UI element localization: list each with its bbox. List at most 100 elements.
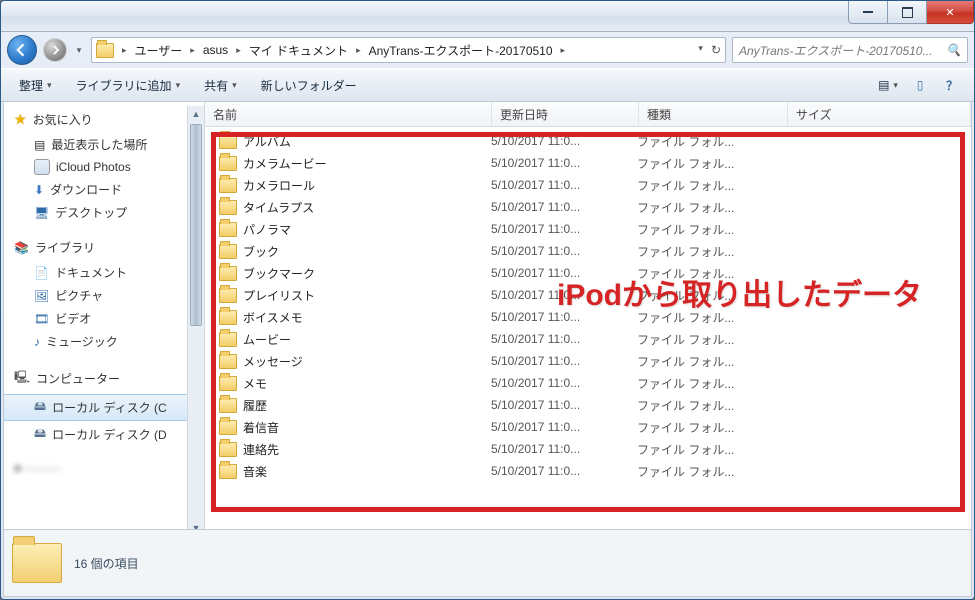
file-name: 連絡先 bbox=[243, 441, 279, 458]
sidebar-item-recent[interactable]: ▤最近表示した場所 bbox=[4, 133, 204, 156]
search-placeholder: AnyTrans-エクスポート-20170510... bbox=[739, 42, 933, 59]
maximize-button[interactable] bbox=[888, 1, 927, 24]
chevron-right-icon[interactable]: ▸ bbox=[122, 42, 127, 58]
column-header-date[interactable]: 更新日時 bbox=[492, 102, 639, 126]
folder-icon bbox=[219, 200, 237, 215]
recent-icon: ▤ bbox=[34, 138, 45, 152]
column-header-type[interactable]: 種類 bbox=[639, 102, 788, 126]
breadcrumb[interactable]: ユーザー bbox=[135, 42, 183, 59]
folder-icon bbox=[219, 134, 237, 149]
breadcrumb[interactable]: AnyTrans-エクスポート-20170510 bbox=[369, 42, 553, 59]
file-name-cell: パノラマ bbox=[219, 221, 483, 238]
scroll-up-icon[interactable]: ▲ bbox=[188, 106, 204, 122]
file-name-cell: カメラムービー bbox=[219, 155, 483, 172]
close-button[interactable]: ✕ bbox=[927, 1, 974, 24]
sidebar-item-videos[interactable]: 🎞ビデオ bbox=[4, 307, 204, 330]
table-row[interactable]: ボイスメモ5/10/2017 11:0...ファイル フォル... bbox=[205, 306, 971, 328]
file-date-cell: 5/10/2017 11:0... bbox=[483, 310, 629, 324]
toolbar: 整理 ▾ ライブラリに追加 ▾ 共有 ▾ 新しいフォルダー ▤ ▾ ▯ ？ bbox=[1, 68, 974, 102]
folder-icon bbox=[219, 442, 237, 457]
folder-icon bbox=[219, 310, 237, 325]
star-icon: ★ bbox=[14, 111, 27, 128]
status-text: 16 個の項目 bbox=[74, 555, 139, 572]
search-input[interactable]: AnyTrans-エクスポート-20170510... 🔍 bbox=[732, 37, 968, 63]
sidebar-item-blurred: ■ ――― bbox=[4, 458, 204, 478]
table-row[interactable]: パノラマ5/10/2017 11:0...ファイル フォル... bbox=[205, 218, 971, 240]
folder-icon bbox=[219, 420, 237, 435]
chevron-right-icon[interactable]: ▸ bbox=[561, 42, 566, 58]
table-row[interactable]: 着信音5/10/2017 11:0...ファイル フォル... bbox=[205, 416, 971, 438]
folder-icon bbox=[219, 156, 237, 171]
table-row[interactable]: タイムラプス5/10/2017 11:0...ファイル フォル... bbox=[205, 196, 971, 218]
dropdown-icon[interactable]: ▾ bbox=[698, 43, 703, 57]
table-row[interactable]: カメラロール5/10/2017 11:0...ファイル フォル... bbox=[205, 174, 971, 196]
file-name-cell: 着信音 bbox=[219, 419, 483, 436]
column-header-size[interactable]: サイズ bbox=[788, 102, 971, 126]
sidebar-scrollbar[interactable]: ▲ ▼ bbox=[187, 106, 204, 536]
table-row[interactable]: ブックマーク5/10/2017 11:0...ファイル フォル... bbox=[205, 262, 971, 284]
column-header-name[interactable]: 名前 bbox=[205, 102, 492, 126]
scrollbar-thumb[interactable] bbox=[190, 124, 202, 326]
file-name-cell: カメラロール bbox=[219, 177, 483, 194]
file-name: ムービー bbox=[243, 331, 291, 348]
back-button[interactable] bbox=[7, 35, 37, 65]
breadcrumb[interactable]: マイ ドキュメント bbox=[249, 42, 348, 59]
search-icon: 🔍 bbox=[946, 43, 961, 57]
chevron-right-icon[interactable]: ▸ bbox=[236, 42, 241, 58]
folder-icon bbox=[12, 543, 62, 583]
libraries-group[interactable]: 📚 ライブラリ bbox=[4, 234, 204, 261]
sidebar-item-downloads[interactable]: ⬇ダウンロード bbox=[4, 178, 204, 201]
view-options-button[interactable]: ▤ ▾ bbox=[874, 74, 902, 96]
table-row[interactable]: カメラムービー5/10/2017 11:0...ファイル フォル... bbox=[205, 152, 971, 174]
forward-button[interactable] bbox=[43, 38, 67, 62]
sidebar-item-documents[interactable]: 📄ドキュメント bbox=[4, 261, 204, 284]
folder-icon bbox=[219, 376, 237, 391]
sidebar-item-desktop[interactable]: 🖥デスクトップ bbox=[4, 201, 204, 224]
file-name-cell: 連絡先 bbox=[219, 441, 483, 458]
share-button[interactable]: 共有 ▾ bbox=[194, 73, 247, 98]
table-row[interactable]: ブック5/10/2017 11:0...ファイル フォル... bbox=[205, 240, 971, 262]
file-type-cell: ファイル フォル... bbox=[629, 243, 777, 260]
sidebar-item-local-disk-d[interactable]: 🖴ローカル ディスク (D bbox=[4, 421, 204, 448]
sidebar-item-pictures[interactable]: 🖼ピクチャ bbox=[4, 284, 204, 307]
refresh-button[interactable]: ↻ bbox=[711, 43, 721, 57]
file-date-cell: 5/10/2017 11:0... bbox=[483, 464, 629, 478]
sidebar-item-music[interactable]: ♪ミュージック bbox=[4, 330, 204, 353]
file-date-cell: 5/10/2017 11:0... bbox=[483, 354, 629, 368]
file-type-cell: ファイル フォル... bbox=[629, 419, 777, 436]
sidebar-item-local-disk-c[interactable]: 🖴ローカル ディスク (C bbox=[4, 394, 204, 421]
file-date-cell: 5/10/2017 11:0... bbox=[483, 156, 629, 170]
table-row[interactable]: ムービー5/10/2017 11:0...ファイル フォル... bbox=[205, 328, 971, 350]
preview-pane-button[interactable]: ▯ bbox=[906, 74, 934, 96]
table-row[interactable]: プレイリスト5/10/2017 11:0...ファイル フォル... bbox=[205, 284, 971, 306]
file-date-cell: 5/10/2017 11:0... bbox=[483, 134, 629, 148]
file-name: パノラマ bbox=[243, 221, 291, 238]
minimize-button[interactable] bbox=[848, 1, 888, 24]
history-dropdown[interactable]: ▾ bbox=[73, 45, 85, 56]
new-folder-button[interactable]: 新しいフォルダー bbox=[251, 73, 367, 98]
sidebar-item-icloud-photos[interactable]: iCloud Photos bbox=[4, 156, 204, 178]
table-row[interactable]: メモ5/10/2017 11:0...ファイル フォル... bbox=[205, 372, 971, 394]
address-bar[interactable]: ▸ ユーザー ▸ asus ▸ マイ ドキュメント ▸ AnyTrans-エクス… bbox=[91, 37, 726, 63]
folder-icon bbox=[219, 464, 237, 479]
table-row[interactable]: 音楽5/10/2017 11:0...ファイル フォル... bbox=[205, 460, 971, 482]
table-row[interactable]: アルバム5/10/2017 11:0...ファイル フォル... bbox=[205, 130, 971, 152]
breadcrumb[interactable]: asus bbox=[203, 43, 228, 57]
icloud-photos-icon bbox=[34, 159, 50, 175]
organize-button[interactable]: 整理 ▾ bbox=[9, 73, 62, 98]
file-name: プレイリスト bbox=[243, 287, 315, 304]
add-to-library-button[interactable]: ライブラリに追加 ▾ bbox=[66, 73, 191, 98]
table-row[interactable]: 履歴5/10/2017 11:0...ファイル フォル... bbox=[205, 394, 971, 416]
computer-group[interactable]: 🖳 コンピューター bbox=[4, 363, 204, 394]
file-name: ボイスメモ bbox=[243, 309, 303, 326]
nav-bar: ▾ ▸ ユーザー ▸ asus ▸ マイ ドキュメント ▸ AnyTrans-エ… bbox=[1, 32, 974, 68]
favorites-group[interactable]: ★ お気に入り bbox=[4, 106, 204, 133]
table-row[interactable]: メッセージ5/10/2017 11:0...ファイル フォル... bbox=[205, 350, 971, 372]
chevron-right-icon[interactable]: ▸ bbox=[356, 42, 361, 58]
file-name-cell: ブック bbox=[219, 243, 483, 260]
table-row[interactable]: 連絡先5/10/2017 11:0...ファイル フォル... bbox=[205, 438, 971, 460]
folder-icon bbox=[219, 332, 237, 347]
file-name-cell: ボイスメモ bbox=[219, 309, 483, 326]
chevron-right-icon[interactable]: ▸ bbox=[190, 42, 195, 58]
help-button[interactable]: ？ bbox=[938, 73, 966, 98]
